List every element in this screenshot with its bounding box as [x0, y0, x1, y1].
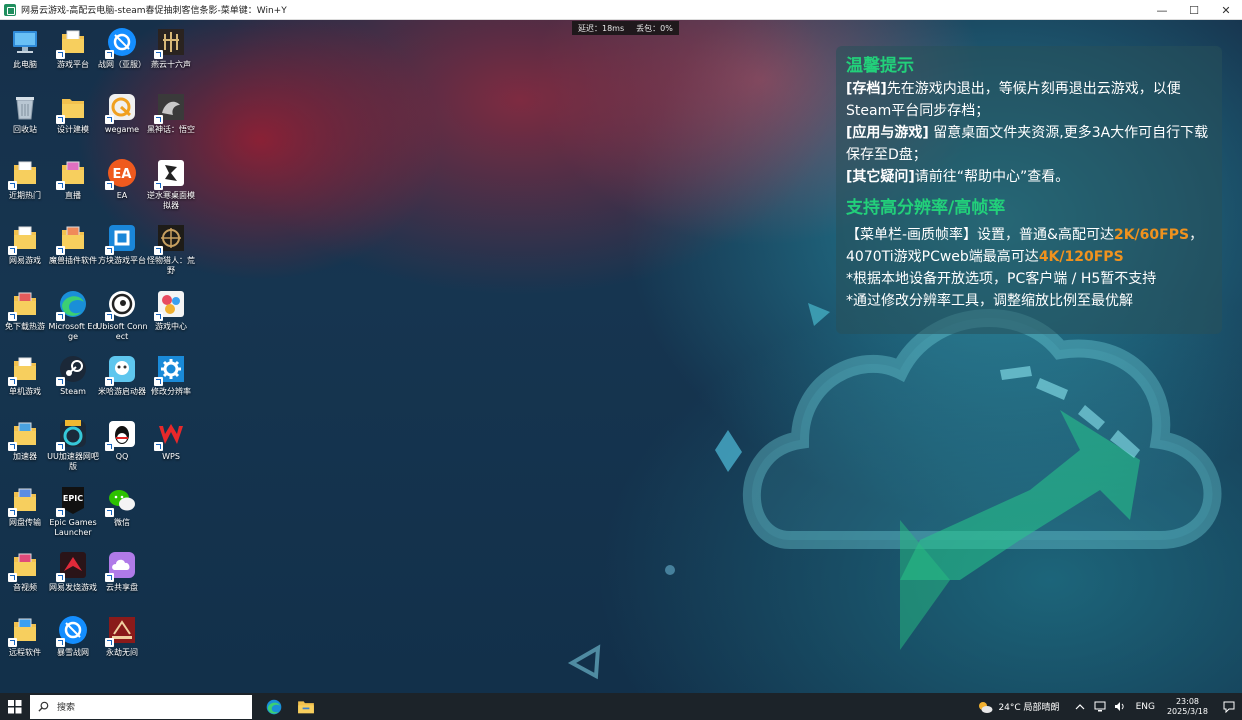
taskbar-file-explorer[interactable]: [290, 693, 322, 720]
tip-resolution-normal: 【菜单栏-画质帧率】设置，普通&高配可达2K/60FPS，: [846, 227, 1204, 243]
desktop-icon-single-games[interactable]: 单机游戏: [0, 353, 50, 397]
input-language[interactable]: ENG: [1136, 702, 1155, 712]
tip-save: [存档]先在游戏内退出，等候片刻再退出云游戏，以便Steam平台同步存档；: [846, 81, 1181, 119]
maximize-button[interactable]: ☐: [1178, 0, 1210, 20]
desktop-icon-naraka[interactable]: 永劫无间: [97, 614, 147, 658]
desktop-icon-cloud-share[interactable]: 云共享盘: [97, 549, 147, 593]
desktop-icon-change-resolution[interactable]: 修改分辨率: [146, 353, 196, 397]
desktop-icon-steam[interactable]: Steam: [48, 353, 98, 397]
desktop-icon-live[interactable]: 直播: [48, 157, 98, 201]
search-placeholder: 搜索: [57, 703, 76, 713]
desktop-icon-recycle-bin[interactable]: 回收站: [0, 91, 50, 135]
desktop[interactable]: 延迟：18ms 丢包：0% 此电脑 回收站 近期热门 网易游戏 免下载热游 单机…: [0, 20, 1242, 693]
desktop-icon-nishuihan[interactable]: 逆水寒桌面模拟器: [146, 157, 196, 211]
desktop-icon-blizzard[interactable]: 暴雪战网: [48, 614, 98, 658]
notification-icon[interactable]: [1216, 693, 1242, 720]
edge-icon: [266, 699, 282, 714]
desktop-icon-game-platform[interactable]: 游戏平台: [48, 26, 98, 70]
desktop-icon-wps[interactable]: WPS: [146, 418, 196, 462]
desktop-icon-epic[interactable]: EPIC Epic Games Launcher: [48, 484, 98, 538]
window-title-bar[interactable]: 网易云游戏-高配云电脑-steam春促抽刺客信条影-菜单键：Win+Y — ☐ …: [0, 0, 1242, 20]
computer-icon: [13, 31, 37, 53]
clock-date: 2025/3/18: [1166, 706, 1208, 716]
desktop-icon-qq[interactable]: QQ: [97, 418, 147, 462]
desktop-icon-this-pc[interactable]: 此电脑: [0, 26, 50, 70]
desktop-icon-cube-platform[interactable]: 方块游戏平台: [97, 222, 147, 266]
desktop-icon-design[interactable]: 设计建模: [48, 91, 98, 135]
window-title: 网易云游戏-高配云电脑-steam春促抽刺客信条影-菜单键：Win+Y: [21, 6, 287, 16]
desktop-icon-wow-addons[interactable]: 魔兽插件软件: [48, 222, 98, 266]
file-explorer-icon: [298, 700, 314, 713]
desktop-icon-ea[interactable]: EA EA: [97, 157, 147, 201]
taskbar: 搜索 24°C 局部晴朗 ENG 23:08 2025/3/18: [0, 693, 1242, 720]
desktop-icon-cloud-transfer[interactable]: 网盘传输: [0, 484, 50, 528]
desktop-icon-mihoyo[interactable]: 米哈游启动器: [97, 353, 147, 397]
recycle-bin-icon: [16, 97, 34, 120]
desktop-icon-wegame[interactable]: wegame: [97, 91, 147, 135]
taskbar-edge[interactable]: [258, 693, 290, 720]
desktop-icon-battlenet-asia[interactable]: 战网（亚服）: [97, 26, 147, 70]
taskbar-search-box[interactable]: 搜索: [30, 694, 252, 719]
tip-apps: [应用与游戏] 留意桌面文件夹资源,更多3A大作可自行下载保存至D盘；: [846, 125, 1209, 163]
desktop-icon-media[interactable]: 音视频: [0, 549, 50, 593]
minimize-button[interactable]: —: [1146, 0, 1178, 20]
network-stats-overlay: 延迟：18ms 丢包：0%: [572, 21, 679, 35]
start-button[interactable]: [0, 693, 30, 720]
desktop-icon-netease-games[interactable]: 网易游戏: [0, 222, 50, 266]
network-icon[interactable]: [1090, 693, 1110, 720]
desktop-icon-remote[interactable]: 远程软件: [0, 614, 50, 658]
desktop-icon-game-center[interactable]: 游戏中心: [146, 288, 196, 332]
desktop-icon-wukong[interactable]: 黑神话：悟空: [146, 91, 196, 135]
desktop-icon-netease-fever[interactable]: 网易发烧游戏: [48, 549, 98, 593]
weather-cloud-sun-icon: [979, 701, 993, 713]
desktop-icon-hot[interactable]: 近期热门: [0, 157, 50, 201]
desktop-icon-uu[interactable]: UU加速器网吧版: [47, 418, 99, 472]
tip-help: [其它疑问]请前往“帮助中心”查看。: [846, 169, 1070, 185]
desktop-icon-accelerator[interactable]: 加速器: [0, 418, 50, 462]
tips-panel: 温馨提示 [存档]先在游戏内退出，等候片刻再退出云游戏，以便Steam平台同步存…: [836, 46, 1222, 334]
system-tray: 24°C 局部晴朗 ENG 23:08 2025/3/18: [977, 693, 1242, 720]
resolution-heading: 支持高分辨率/高帧率: [846, 198, 1006, 218]
latency-text: 延迟：18ms: [578, 23, 625, 33]
svg-text:EPIC: EPIC: [63, 494, 83, 503]
close-button[interactable]: ✕: [1210, 0, 1242, 20]
tip-device-note: *根据本地设备开放选项，PC客户端 / H5暂不支持: [846, 271, 1157, 287]
clock-time: 23:08: [1175, 696, 1200, 706]
tip-scale-note: *通过修改分辨率工具，调整缩放比例至最优解: [846, 293, 1133, 309]
window-controls: — ☐ ✕: [1146, 0, 1242, 20]
tips-heading: 温馨提示: [846, 56, 914, 76]
chevron-up-icon[interactable]: [1070, 693, 1090, 720]
desktop-icon-wechat[interactable]: 微信: [97, 484, 147, 528]
desktop-icon-ubisoft[interactable]: Ubisoft Connect: [96, 288, 148, 342]
desktop-icon-edge[interactable]: Microsoft Edge: [48, 288, 98, 342]
app-logo-icon: [4, 3, 16, 16]
packet-loss-text: 丢包：0%: [636, 23, 673, 33]
desktop-icon-yanyun[interactable]: 燕云十六声: [146, 26, 196, 70]
desktop-icon-monster-hunter[interactable]: 怪物猎人：荒野: [146, 222, 196, 276]
taskbar-clock[interactable]: 23:08 2025/3/18: [1167, 697, 1208, 717]
desktop-icon-free-games[interactable]: 免下载热游: [0, 288, 50, 332]
search-icon: [38, 701, 49, 712]
svg-text:EA: EA: [113, 167, 132, 182]
tip-resolution-high: 4070Ti游戏PCweb端最高可达4K/120FPS: [846, 249, 1124, 265]
windows-logo-icon: [8, 699, 22, 713]
volume-icon[interactable]: [1110, 693, 1130, 720]
weather-text[interactable]: 24°C 局部晴朗: [998, 700, 1059, 713]
